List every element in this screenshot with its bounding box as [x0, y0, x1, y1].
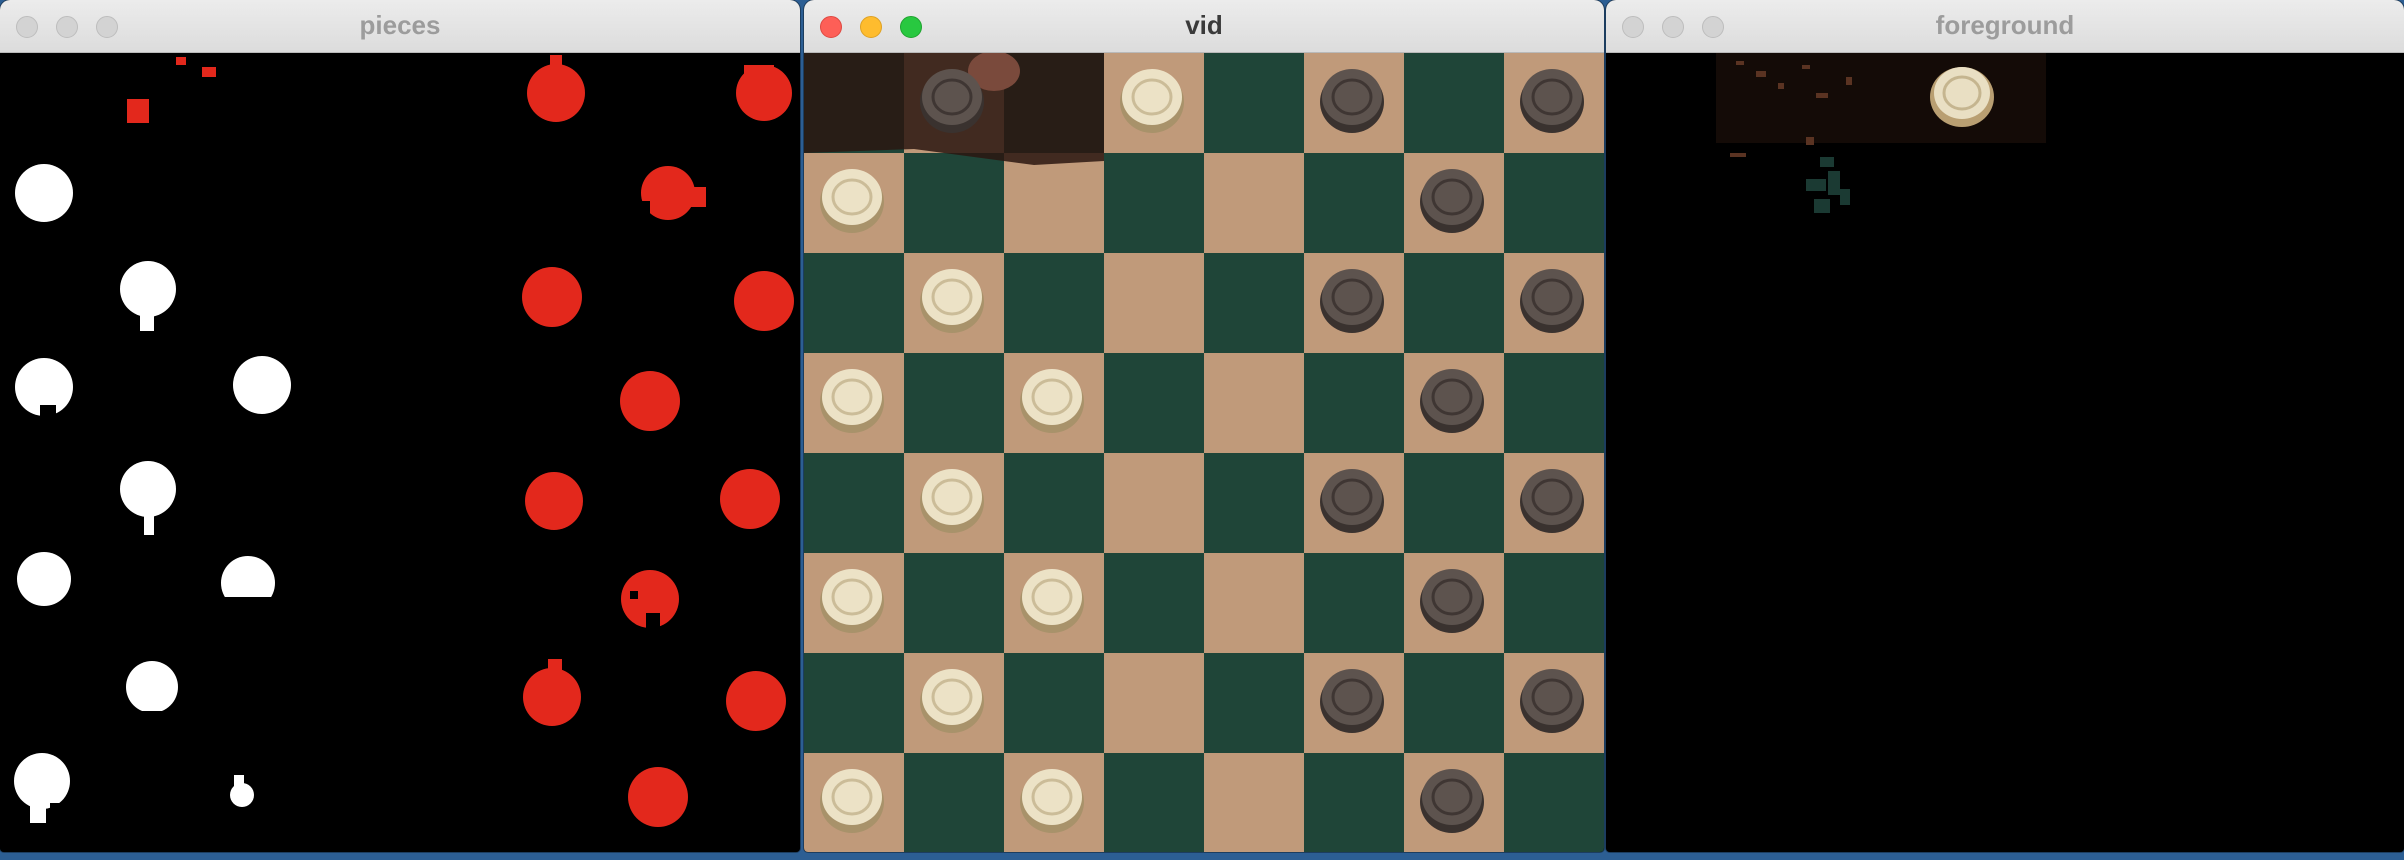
dark-checker-piece [1422, 169, 1482, 225]
foreground-window[interactable]: foreground [1606, 0, 2404, 852]
board-square [1204, 153, 1304, 253]
board-square [1304, 153, 1404, 253]
light-checker-piece [822, 169, 882, 225]
board-square [1104, 153, 1204, 253]
hand-residue [1716, 53, 2046, 143]
board-square [1204, 653, 1304, 753]
board-square [1204, 453, 1304, 553]
board-square [1204, 753, 1304, 852]
board-square [1204, 553, 1304, 653]
board-square [1104, 653, 1204, 753]
board-square [1504, 553, 1604, 653]
board-square [1104, 353, 1204, 453]
window-title: pieces [359, 10, 441, 40]
board-square [1504, 153, 1604, 253]
dark-checker-piece [1522, 469, 1582, 525]
board-square [1004, 153, 1104, 253]
pieces-window[interactable]: pieces [0, 0, 800, 852]
light-checker-piece [1022, 369, 1082, 425]
dark-checker-piece [1422, 769, 1482, 825]
board-square [1204, 353, 1304, 453]
dark-checker-piece [1322, 469, 1382, 525]
light-checker-piece [1122, 69, 1182, 125]
window-title: vid [1185, 10, 1223, 40]
moving-piece [1930, 67, 1994, 127]
board-square [1404, 453, 1504, 553]
white-piece-mask [14, 164, 291, 823]
board-square [1004, 653, 1104, 753]
light-checker-piece [922, 469, 982, 525]
dark-checker-piece [1522, 269, 1582, 325]
dark-checker-piece [1322, 669, 1382, 725]
title-bar[interactable]: foreground [1606, 0, 2404, 53]
pieces-mask-view [0, 53, 800, 852]
board-square [1204, 53, 1304, 153]
board-square [804, 453, 904, 553]
board-square [1304, 753, 1404, 852]
board-square [1404, 53, 1504, 153]
board-square [1304, 553, 1404, 653]
board-square [1504, 353, 1604, 453]
board-square [1104, 453, 1204, 553]
light-checker-piece [922, 669, 982, 725]
dark-checker-piece [1322, 69, 1382, 125]
board-square [1004, 453, 1104, 553]
window-title: foreground [1935, 10, 2075, 40]
dark-checker-piece [1522, 669, 1582, 725]
board-square [804, 253, 904, 353]
board-square [904, 353, 1004, 453]
light-checker-piece [822, 569, 882, 625]
board-square [904, 753, 1004, 852]
title-bar[interactable]: vid [804, 0, 1604, 53]
dark-checker-piece [922, 69, 982, 125]
board-square [904, 553, 1004, 653]
board-square [1204, 253, 1304, 353]
vid-window[interactable]: vid [804, 0, 1604, 852]
board-square [1004, 253, 1104, 353]
shadow-speckles [1806, 157, 1850, 213]
dark-checker-piece [1422, 369, 1482, 425]
light-checker-piece [1022, 769, 1082, 825]
board-square [904, 153, 1004, 253]
video-feed-view [804, 53, 1604, 852]
board-square [1504, 753, 1604, 852]
title-bar[interactable]: pieces [0, 0, 800, 53]
board-square [804, 653, 904, 753]
light-checker-piece [922, 269, 982, 325]
red-piece-mask [127, 55, 794, 827]
pieces-mask-image [14, 55, 794, 827]
board-square [1304, 353, 1404, 453]
light-checker-piece [822, 369, 882, 425]
dark-checker-piece [1422, 569, 1482, 625]
board-square [1104, 753, 1204, 852]
board-square [1404, 653, 1504, 753]
board-square [1404, 253, 1504, 353]
foreground-mask-view [1606, 53, 2404, 852]
board-square [1104, 553, 1204, 653]
board-square [1104, 253, 1204, 353]
dark-checker-piece [1522, 69, 1582, 125]
foreground-image [1716, 53, 2046, 213]
dark-checker-piece [1322, 269, 1382, 325]
checkerboard-video-frame [804, 53, 1604, 852]
light-checker-piece [1022, 569, 1082, 625]
light-checker-piece [822, 769, 882, 825]
